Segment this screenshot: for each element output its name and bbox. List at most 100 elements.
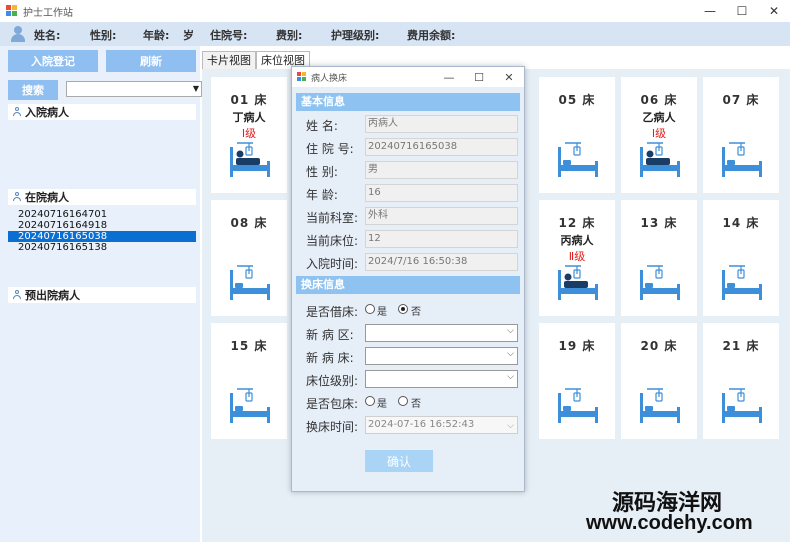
bed-number: 07 床 — [722, 93, 760, 107]
bed-card[interactable]: 07 床 — [703, 77, 779, 193]
discharging-list — [8, 303, 196, 390]
refresh-button[interactable]: 刷新 — [106, 50, 196, 72]
window-title: 护士工作站 — [23, 7, 73, 19]
change-time-picker[interactable]: 2024-07-16 16:52:43 ⌵ — [365, 416, 518, 434]
info-field-value: 男 — [365, 161, 518, 179]
fee-type-label: 费别: — [276, 29, 303, 42]
dialog-close-button[interactable]: ✕ — [494, 67, 524, 87]
empty-bed-icon — [229, 264, 271, 302]
new-bed-label: 新 病 床: — [306, 351, 354, 365]
chevron-down-icon: ⌵ — [507, 326, 514, 336]
empty-bed-icon — [229, 387, 271, 425]
confirm-button[interactable]: 确认 — [365, 450, 433, 472]
search-button[interactable]: 搜索 — [8, 80, 58, 100]
bed-card[interactable]: 15 床 — [211, 323, 287, 439]
bed-number: 15 床 — [230, 339, 268, 353]
new-bed-select[interactable]: ⌵ — [365, 347, 518, 365]
dialog-maximize-button[interactable]: ☐ — [464, 67, 494, 87]
bed-card[interactable]: 19 床 — [539, 323, 615, 439]
empty-bed-icon — [721, 141, 763, 179]
group-in-hospital[interactable]: 在院病人 — [8, 189, 196, 205]
change-bed-section: 换床信息 — [296, 276, 520, 294]
info-field-row: 姓 名: 丙病人 — [292, 115, 524, 133]
bed-care-level: Ⅱ级 — [568, 250, 586, 263]
group-admitting[interactable]: 入院病人 — [8, 104, 196, 120]
bed-card[interactable]: 08 床 — [211, 200, 287, 316]
search-row: 搜索 ▼ — [8, 80, 202, 100]
dropdown-arrow-icon: ▼ — [192, 84, 199, 93]
user-avatar-icon — [10, 26, 26, 42]
bed-card[interactable]: 13 床 — [621, 200, 697, 316]
group-discharging[interactable]: 预出院病人 — [8, 287, 196, 303]
tab-card-view[interactable]: 卡片视图 — [202, 51, 256, 69]
empty-bed-icon — [557, 141, 599, 179]
change-time-label: 换床时间: — [306, 420, 359, 434]
close-button[interactable]: ✕ — [758, 0, 790, 22]
info-field-value: 丙病人 — [365, 115, 518, 133]
bed-number: 21 床 — [722, 339, 760, 353]
list-item[interactable]: 20240716165138 — [8, 242, 196, 253]
borrow-yes-radio[interactable] — [365, 304, 375, 314]
bed-card[interactable]: 05 床 — [539, 77, 615, 193]
basic-info-section: 基本信息 — [296, 93, 520, 111]
dialog-titlebar: 病人换床 — ☐ ✕ — [292, 67, 524, 87]
info-field-row: 入院时间: 2024/7/16 16:50:38 — [292, 253, 524, 271]
list-item[interactable]: 20240716164918 — [8, 220, 196, 231]
bed-card[interactable]: 21 床 — [703, 323, 779, 439]
bed-number: 12 床 — [558, 216, 596, 230]
borrow-bed-row: 是否借床: 是 否 — [292, 301, 524, 319]
info-field-value: 16 — [365, 184, 518, 202]
bed-level-select[interactable]: ⌵ — [365, 370, 518, 388]
info-field-value: 20240716165038 — [365, 138, 518, 156]
borrow-no-radio[interactable] — [398, 304, 408, 314]
age-unit: 岁 — [183, 29, 194, 42]
new-ward-select[interactable]: ⌵ — [365, 324, 518, 342]
charter-bed-label: 是否包床: — [306, 397, 359, 411]
search-dropdown[interactable]: ▼ — [66, 81, 202, 97]
admit-register-button[interactable]: 入院登记 — [8, 50, 98, 72]
window-titlebar: 护士工作站 — ☐ ✕ — [0, 0, 790, 22]
bed-card[interactable]: 12 床丙病人 Ⅱ级 — [539, 200, 615, 316]
charter-bed-row: 是否包床: 是 否 — [292, 393, 524, 411]
bed-care-level: Ⅰ级 — [651, 127, 667, 140]
info-field-label: 住 院 号: — [306, 142, 354, 156]
bed-card[interactable]: 20 床 — [621, 323, 697, 439]
info-field-label: 年 龄: — [306, 188, 338, 202]
info-field-row: 当前床位: 12 — [292, 230, 524, 248]
left-panel: 入院登记 刷新 搜索 ▼ 入院病人 在院病人 20240716164701 202… — [0, 46, 202, 542]
dialog-app-icon — [297, 72, 307, 82]
info-field-label: 姓 名: — [306, 119, 338, 133]
occupied-bed-icon — [639, 141, 681, 179]
bed-number: 06 床 — [640, 93, 678, 107]
bed-number: 01 床 — [230, 93, 268, 107]
app-icon — [6, 5, 18, 17]
bed-number: 14 床 — [722, 216, 760, 230]
new-bed-row: 新 病 床: ⌵ — [292, 347, 524, 365]
new-ward-label: 新 病 区: — [306, 328, 354, 342]
bed-patient-name: 丁病人 — [232, 111, 266, 124]
dialog-minimize-button[interactable]: — — [434, 67, 464, 87]
bed-card[interactable]: 06 床乙病人 Ⅰ级 — [621, 77, 697, 193]
person-icon — [12, 192, 22, 202]
name-label: 姓名: — [34, 29, 61, 42]
bed-number: 05 床 — [558, 93, 596, 107]
info-field-label: 入院时间: — [306, 257, 359, 271]
bed-care-level: Ⅰ级 — [241, 127, 257, 140]
bed-card[interactable]: 01 床丁病人 Ⅰ级 — [211, 77, 287, 193]
admitting-list — [8, 120, 196, 188]
watermark-url: www.codehy.com — [586, 512, 753, 534]
borrow-no-label: 否 — [411, 307, 421, 318]
bed-number: 13 床 — [640, 216, 678, 230]
charter-yes-radio[interactable] — [365, 396, 375, 406]
list-item[interactable]: 20240716164701 — [8, 209, 196, 220]
borrow-bed-label: 是否借床: — [306, 305, 359, 319]
bed-patient-name: 乙病人 — [642, 111, 676, 124]
list-item[interactable]: 20240716165038 — [8, 231, 196, 242]
bed-number: 08 床 — [230, 216, 268, 230]
group-in-hospital-label: 在院病人 — [25, 191, 69, 204]
maximize-button[interactable]: ☐ — [726, 0, 758, 22]
bed-card[interactable]: 14 床 — [703, 200, 779, 316]
charter-no-radio[interactable] — [398, 396, 408, 406]
minimize-button[interactable]: — — [694, 0, 726, 22]
care-level-label: 护理级别: — [331, 29, 380, 42]
